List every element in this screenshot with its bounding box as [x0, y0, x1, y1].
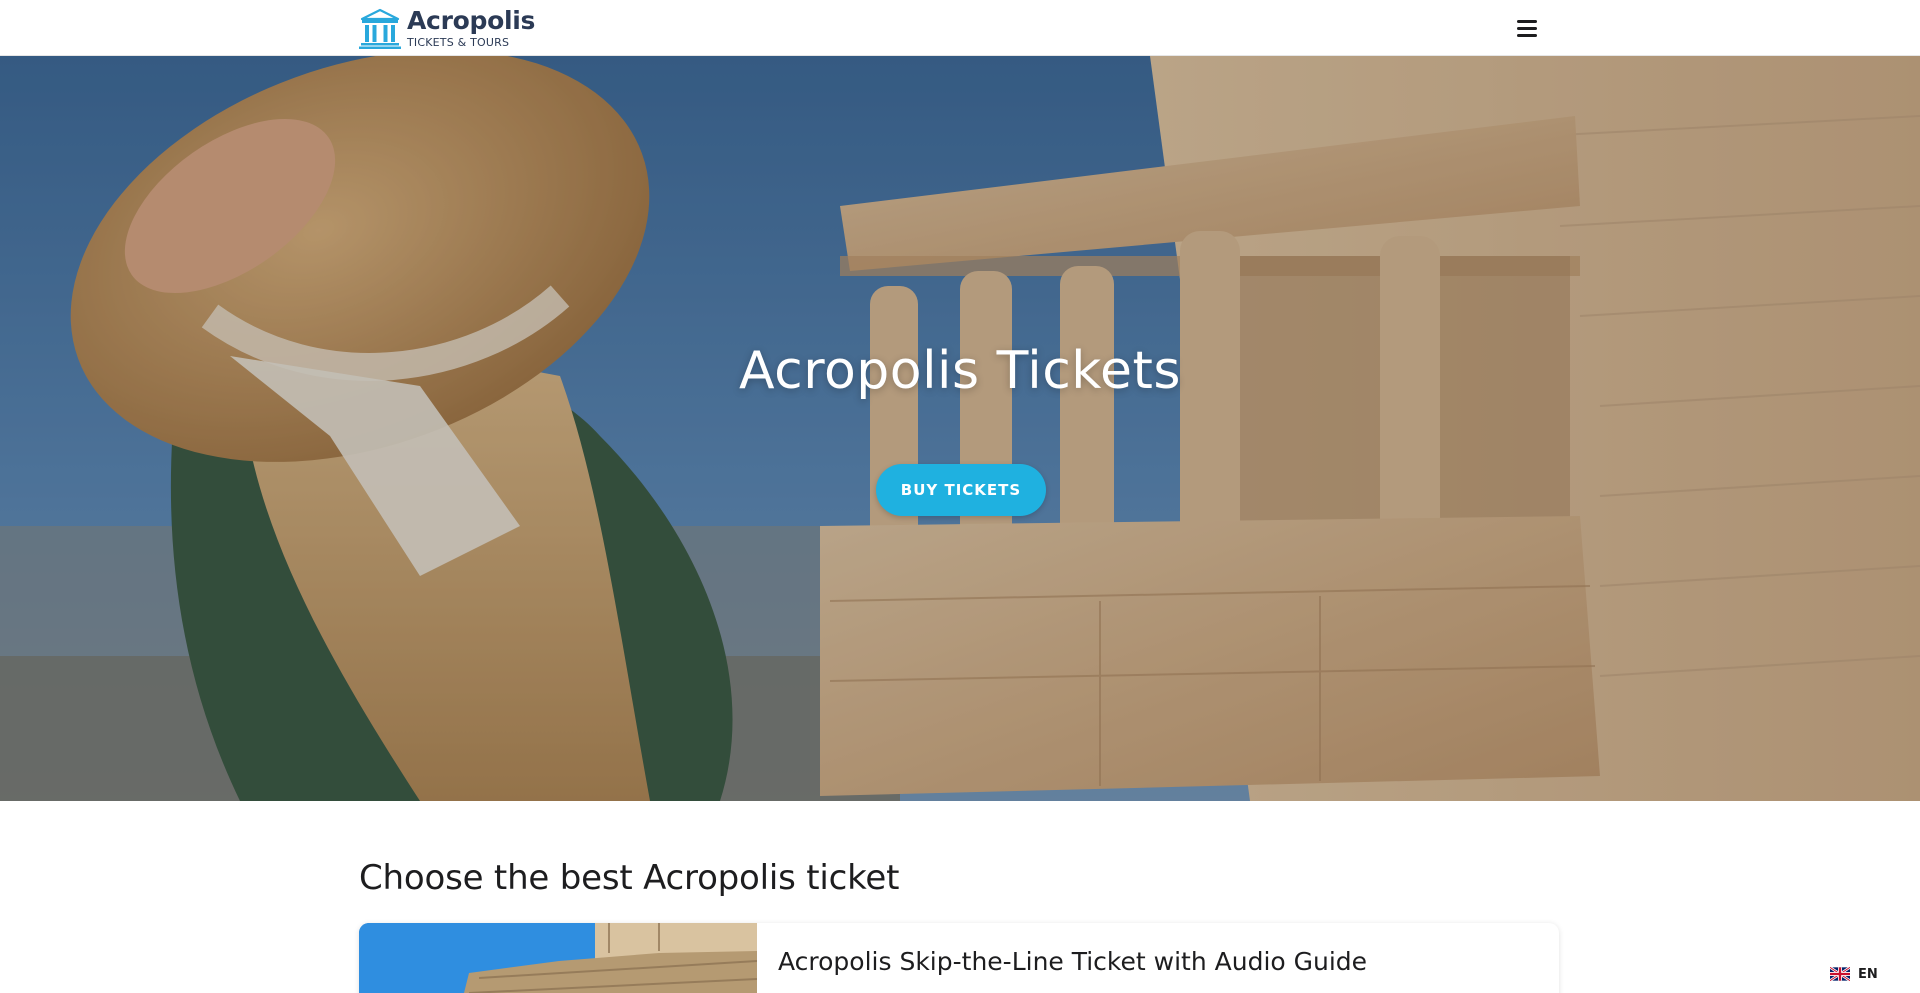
- temple-logo-icon: [359, 8, 401, 49]
- language-switcher[interactable]: EN: [1830, 962, 1894, 986]
- menu-bar: [1517, 33, 1537, 37]
- product-card-title: Acropolis Skip-the-Line Ticket with Audi…: [778, 947, 1368, 976]
- logo-wordmark: Acropolis TICKETS & TOURS: [407, 8, 535, 48]
- product-card[interactable]: Acropolis Skip-the-Line Ticket with Audi…: [359, 923, 1559, 993]
- hero-title: Acropolis Tickets: [738, 341, 1182, 401]
- site-logo[interactable]: Acropolis TICKETS & TOURS: [359, 6, 535, 50]
- logo-title: Acropolis: [407, 6, 536, 35]
- site-header: Acropolis TICKETS & TOURS: [0, 0, 1920, 56]
- section-heading: Choose the best Acropolis ticket: [359, 858, 900, 898]
- logo-subtitle: TICKETS & TOURS: [407, 36, 510, 49]
- menu-bar: [1517, 26, 1537, 30]
- uk-flag-icon: [1830, 967, 1850, 981]
- language-label: EN: [1858, 966, 1878, 982]
- product-card-image: [359, 923, 757, 993]
- hero-overlay: [0, 56, 1920, 801]
- hero-banner: Acropolis Tickets BUY TICKETS: [0, 56, 1920, 801]
- buy-tickets-button[interactable]: BUY TICKETS: [876, 464, 1046, 516]
- menu-bar: [1517, 19, 1537, 23]
- hamburger-menu-icon[interactable]: [1514, 16, 1540, 40]
